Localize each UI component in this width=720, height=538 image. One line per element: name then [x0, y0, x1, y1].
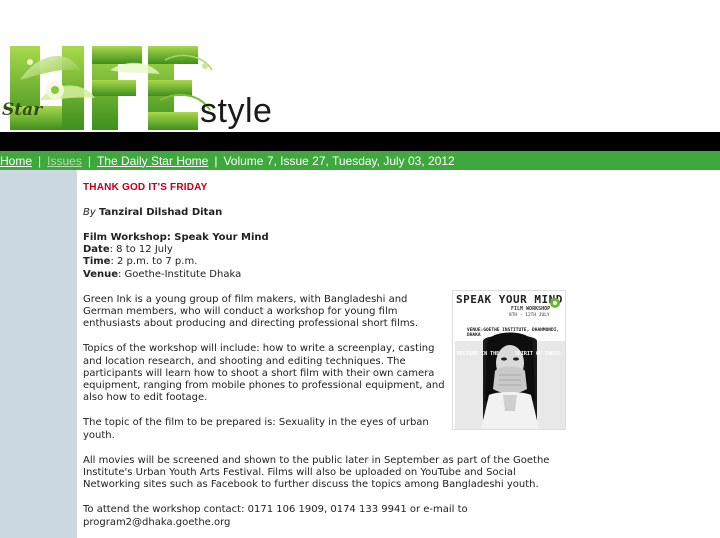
header-divider-band: [0, 132, 720, 151]
venue-value: : Goethe-Institute Dhaka: [118, 268, 242, 280]
event-title: Film Workshop: Speak Your Mind: [83, 232, 269, 243]
time-value: : 2 p.m. to 7 p.m.: [110, 256, 198, 268]
byline: By Tanziral Dilshad Ditan: [83, 207, 563, 218]
section-kicker: THANK GOD IT'S FRIDAY: [83, 182, 208, 193]
poster-tagline-left: BELIEVE IN THE: [457, 351, 500, 357]
poster-tagline: BELIEVE IN THE SPIRIT OF INDIE.: [457, 351, 563, 357]
nav-daily-star-home-link[interactable]: The Daily Star Home: [97, 154, 208, 168]
article-paragraph: Green Ink is a young group of film maker…: [83, 293, 419, 330]
event-details: Film Workshop: Speak Your Mind Date: 8 t…: [83, 232, 563, 281]
date-label: Date: [83, 244, 110, 256]
left-sidebar: [0, 170, 77, 538]
masthead: Star style: [0, 40, 720, 132]
logo-style-text: style: [200, 92, 273, 130]
nav-separator: |: [214, 153, 218, 168]
nav-home-link[interactable]: Home: [0, 154, 32, 168]
article-paragraph: The topic of the film to be prepared is:…: [83, 417, 429, 441]
date-value: : 8 to 12 July: [109, 244, 173, 256]
top-navigation: Home | Issues | The Daily Star Home | Vo…: [0, 151, 720, 170]
nav-issues-link[interactable]: Issues: [47, 154, 82, 168]
byline-prefix: By: [83, 207, 96, 218]
article-paragraph: All movies will be screened and shown to…: [83, 454, 550, 491]
issue-info: Volume 7, Issue 27, Tuesday, July 03, 20…: [223, 153, 455, 168]
venue-label: Venue: [83, 268, 118, 280]
author-name: Tanziral Dilshad Ditan: [98, 207, 223, 218]
nav-separator: |: [87, 153, 91, 168]
time-label: Time: [83, 256, 111, 268]
article-paragraph: Topics of the workshop will include: how…: [83, 343, 445, 404]
article-paragraph: To attend the workshop contact: 0171 106…: [83, 504, 468, 528]
poster-tagline-right: SPIRIT OF INDIE.: [514, 351, 563, 357]
logo-star-text: Star: [2, 100, 43, 120]
workshop-poster-image: SPEAK YOUR MIND FILM WORKSHOP 8TH - 12TH…: [452, 290, 566, 430]
nav-separator: |: [38, 153, 42, 168]
poster-photo: [455, 332, 565, 429]
